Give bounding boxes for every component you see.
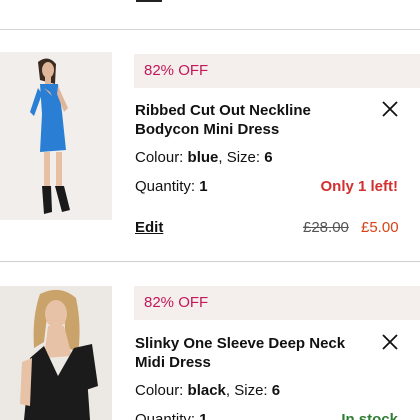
original-price: £28.00 (303, 219, 349, 236)
size-label: Size: (226, 149, 261, 166)
size-value: 6 (264, 149, 273, 166)
basket-item: 82% OFF Ribbed Cut Out Neckline Bodycon … (0, 30, 420, 262)
colour-value: blue (187, 149, 219, 166)
quantity-value: 1 (199, 411, 208, 420)
size-value: 6 (271, 382, 281, 399)
product-name[interactable]: Slinky One Sleeve Deep Neck Midi Dress (135, 334, 355, 372)
product-attributes: Colour: black, Size: 6 (135, 382, 281, 399)
size-label: Size: (234, 382, 268, 399)
remove-item-button[interactable] (381, 333, 399, 351)
stock-status: In stock (341, 411, 398, 420)
remove-item-button[interactable] (381, 100, 399, 118)
product-image[interactable] (0, 286, 112, 420)
colour-value: black (187, 382, 226, 399)
product-image[interactable] (0, 52, 112, 220)
quantity-label: Quantity: (135, 178, 196, 195)
discount-badge: 82% OFF (134, 54, 420, 88)
quantity: Quantity: 1 (135, 411, 208, 420)
colour-label: Colour: (135, 382, 184, 399)
quantity-label: Quantity: (135, 411, 196, 420)
close-icon (382, 334, 398, 350)
product-name[interactable]: Ribbed Cut Out Neckline Bodycon Mini Dre… (135, 101, 355, 139)
quantity-value: 1 (199, 178, 208, 195)
basket-item: 82% OFF Slinky One Sleeve Deep Neck Midi… (0, 262, 420, 420)
previous-item-edge (0, 0, 420, 30)
colour-label: Colour: (135, 149, 184, 166)
sale-price: £5.00 (361, 219, 399, 236)
close-icon (382, 101, 398, 117)
product-attributes: Colour: blue, Size: 6 (135, 149, 273, 166)
edit-link[interactable]: Edit (135, 219, 163, 236)
discount-badge: 82% OFF (134, 286, 420, 320)
stock-status: Only 1 left! (320, 178, 398, 195)
quantity: Quantity: 1 (135, 178, 208, 196)
previous-edit-underline (136, 0, 162, 2)
